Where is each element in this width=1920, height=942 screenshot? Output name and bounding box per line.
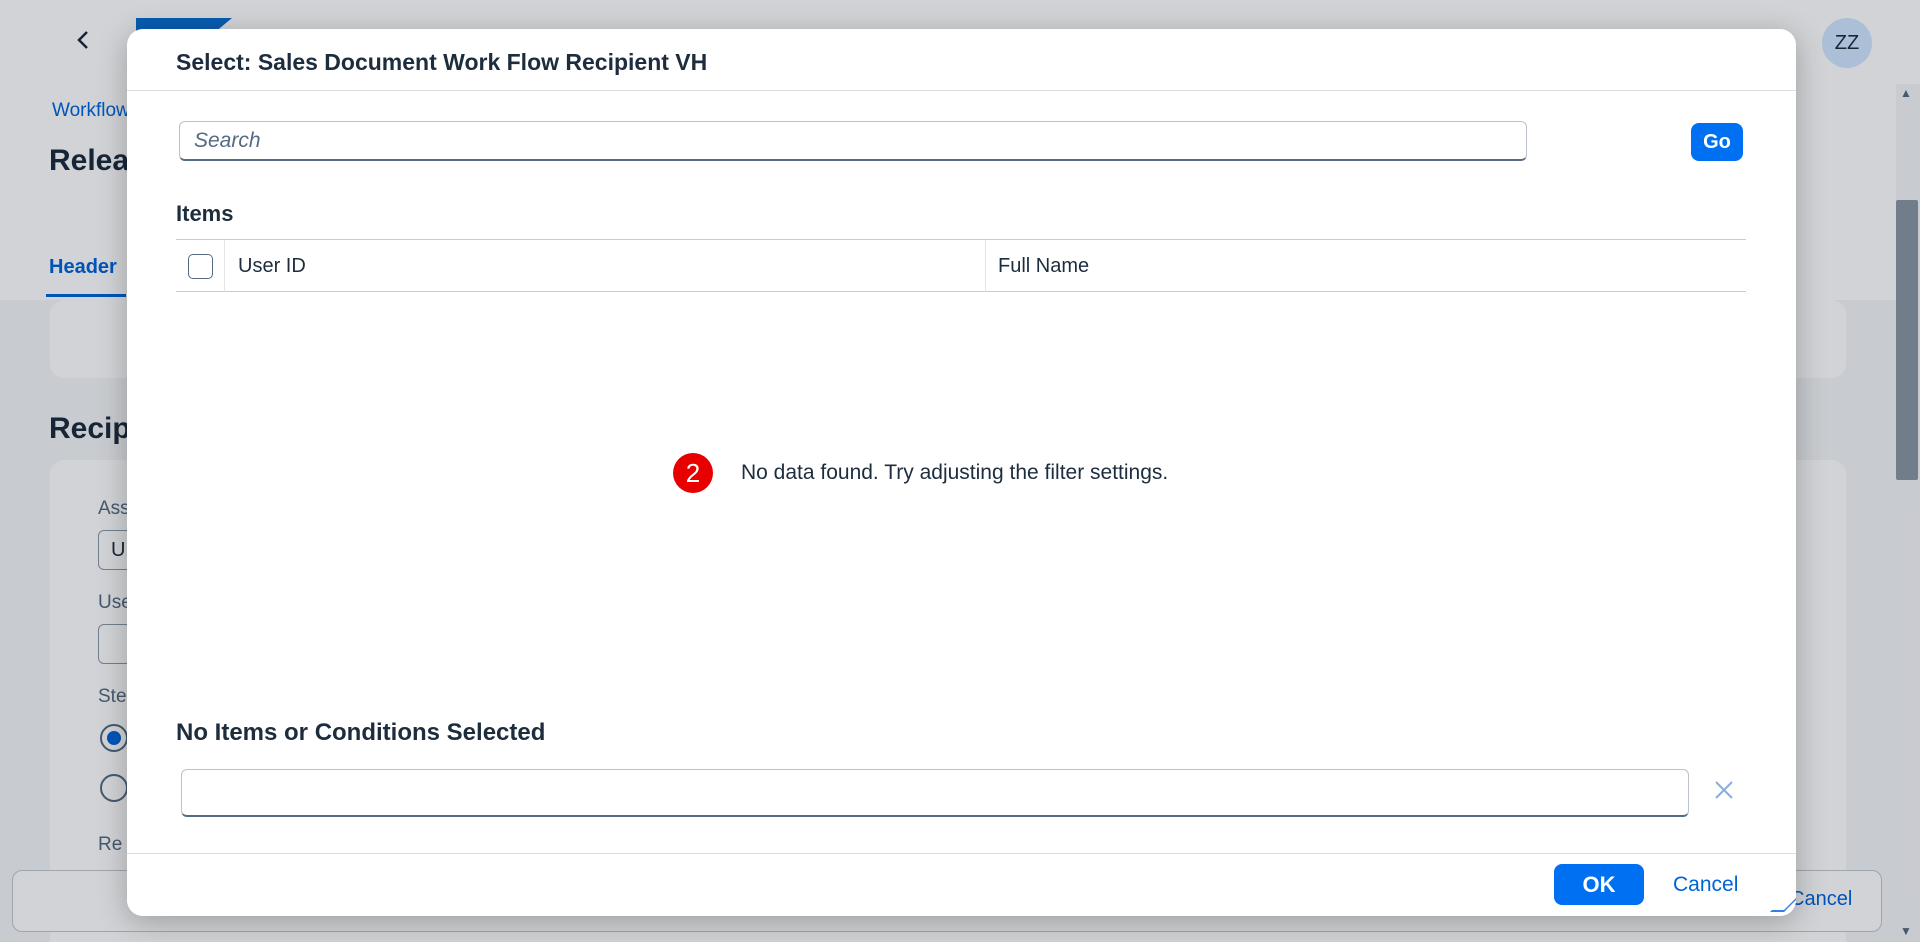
clear-icon[interactable] [1709,777,1739,807]
search-input[interactable] [180,122,1526,159]
no-data-message: 2 No data found. Try adjusting the filte… [673,453,1168,493]
column-divider [985,240,986,292]
dialog-title: Select: Sales Document Work Flow Recipie… [176,49,708,75]
selection-title: No Items or Conditions Selected [176,719,546,746]
items-title: Items [176,201,234,226]
selected-items-tokenizer[interactable] [181,769,1689,817]
ok-button[interactable]: OK [1554,864,1644,905]
message-count-badge[interactable]: 2 [673,453,713,493]
go-button[interactable]: Go [1691,123,1743,161]
table-header: User ID Full Name [176,239,1746,292]
value-help-dialog: Select: Sales Document Work Flow Recipie… [127,29,1796,916]
column-header-full-name[interactable]: Full Name [998,255,1089,278]
column-header-user-id[interactable]: User ID [238,255,306,278]
no-data-text: No data found. Try adjusting the filter … [741,461,1169,484]
select-all-checkbox[interactable] [188,254,213,279]
search-field[interactable] [179,121,1527,161]
cancel-button[interactable]: Cancel [1663,864,1748,905]
dialog-footer: OK Cancel [127,853,1796,916]
dialog-header: Select: Sales Document Work Flow Recipie… [127,29,1796,91]
select-all-cell [176,240,225,292]
